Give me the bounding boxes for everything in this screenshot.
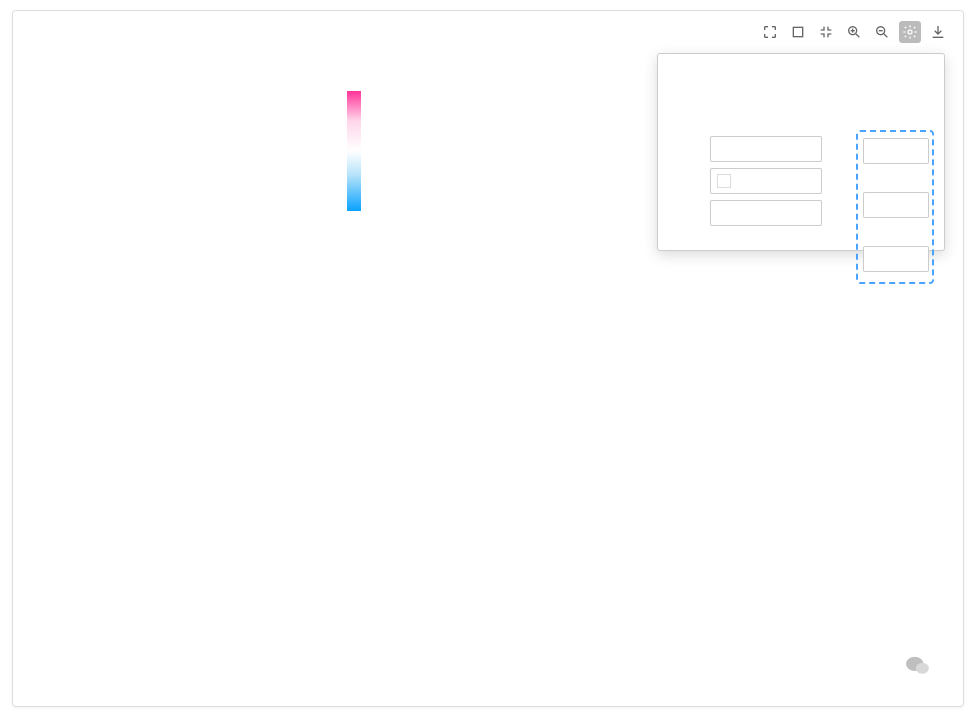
watermark [905,654,939,676]
value-range-group [856,130,934,284]
min-color-input[interactable] [710,136,822,162]
chart-panel [12,10,964,707]
wechat-icon [905,654,931,676]
color-bar [347,91,361,211]
chart-toolbar [751,15,957,49]
avg-color-swatch [717,174,731,188]
zoom-out-icon[interactable] [871,21,893,43]
collapse-icon[interactable] [815,21,837,43]
expand-icon[interactable] [759,21,781,43]
avg-color-input[interactable] [710,168,822,194]
settings-popover [657,53,945,251]
gear-icon[interactable] [899,21,921,43]
min-color-swatch [717,142,731,156]
max-color-swatch [717,206,731,220]
fullscreen-icon[interactable] [787,21,809,43]
min-value-input[interactable] [863,138,929,164]
zoom-in-icon[interactable] [843,21,865,43]
color-legend [347,91,413,225]
max-value-input[interactable] [863,246,929,272]
color-edit-section [710,136,930,226]
download-icon[interactable] [927,21,949,43]
max-color-input[interactable] [710,200,822,226]
avg-value-input[interactable] [863,192,929,218]
